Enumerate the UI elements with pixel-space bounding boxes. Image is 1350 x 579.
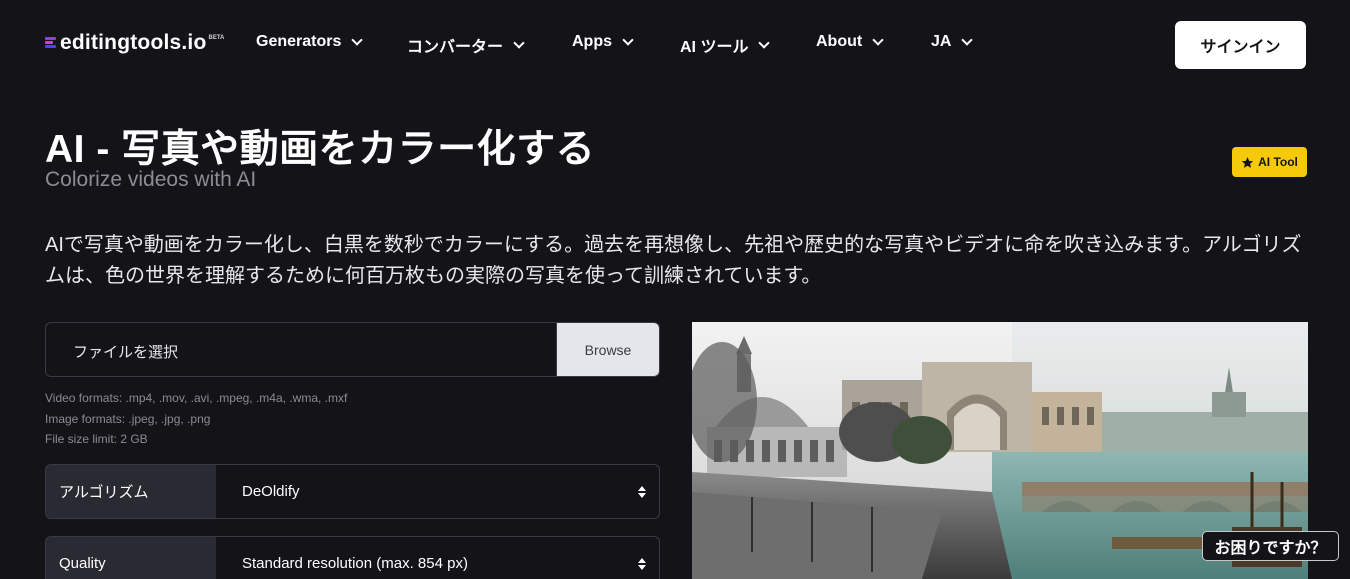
chevron-down-icon [351,34,364,46]
algorithm-label: アルゴリズム [46,465,216,518]
nav-item-label: AI ツール [680,39,749,56]
badge-label: AI Tool [1258,155,1298,169]
chevron-down-icon [758,37,771,49]
nav-item-converter[interactable]: コンバーター [407,33,525,57]
nav-item-about[interactable]: About [816,33,884,51]
signin-button[interactable]: サインイン [1175,21,1306,69]
nav-item-label: About [816,33,863,50]
help-button[interactable]: お困りですか？ [1202,531,1339,561]
browse-button[interactable]: Browse [556,323,659,376]
nav-item-label: Generators [256,33,342,50]
quality-label: Quality [46,537,216,579]
file-size-limit-text: File size limit: 2 GB [45,432,148,446]
file-input-placeholder: ファイルを選択 [73,344,179,361]
nav-item-generators[interactable]: Generators [256,33,364,51]
algorithm-selected: DeOldify [242,483,300,500]
nav-item-ai-tools[interactable]: AI ツール [680,33,771,57]
ai-tool-badge: AI Tool [1232,147,1307,177]
file-input[interactable]: ファイルを選択 Browse [45,322,660,377]
video-formats-text: Video formats: .mp4, .mov, .avi, .mpeg, … [45,391,348,405]
algorithm-value[interactable]: DeOldify [216,465,659,518]
star-icon [1241,156,1254,168]
quality-selected: Standard resolution (max. 854 px) [242,555,468,572]
quality-select[interactable]: Quality Standard resolution (max. 854 px… [45,536,660,579]
tool-description: AIで写真や動画をカラー化し、白黒を数秒でカラーにする。過去を再想像し、先祖や歴… [45,234,1302,287]
nav-item-label: Apps [572,33,612,50]
chevron-down-icon [513,37,525,49]
page-subtitle: Colorize videos with AI [45,168,257,191]
nav-item-apps[interactable]: Apps [572,33,634,51]
select-arrows-icon [638,557,646,570]
nav-item-label: コンバーター [407,39,504,56]
chevron-down-icon [961,34,974,46]
top-navigation: editingtools.io BETA Generators コンバーター A… [0,0,1350,88]
nav-item-label: JA [931,33,952,50]
chevron-down-icon [622,34,634,46]
quality-value[interactable]: Standard resolution (max. 854 px) [216,537,659,579]
logo-beta-label: BETA [208,35,225,41]
logo-mark-icon [45,37,56,49]
select-arrows-icon [638,485,646,498]
page-title: AI - 写真や動画をカラー化する [45,128,596,171]
nav-item-language[interactable]: JA [931,33,974,51]
algorithm-select[interactable]: アルゴリズム DeOldify [45,464,660,519]
logo-text: editingtools.io [60,31,207,54]
chevron-down-icon [872,34,884,46]
image-formats-text: Image formats: .jpeg, .jpg, .png [45,411,211,426]
site-logo[interactable]: editingtools.io BETA [45,31,224,55]
format-info: Video formats: .mp4, .mov, .avi, .mpeg, … [45,388,347,450]
